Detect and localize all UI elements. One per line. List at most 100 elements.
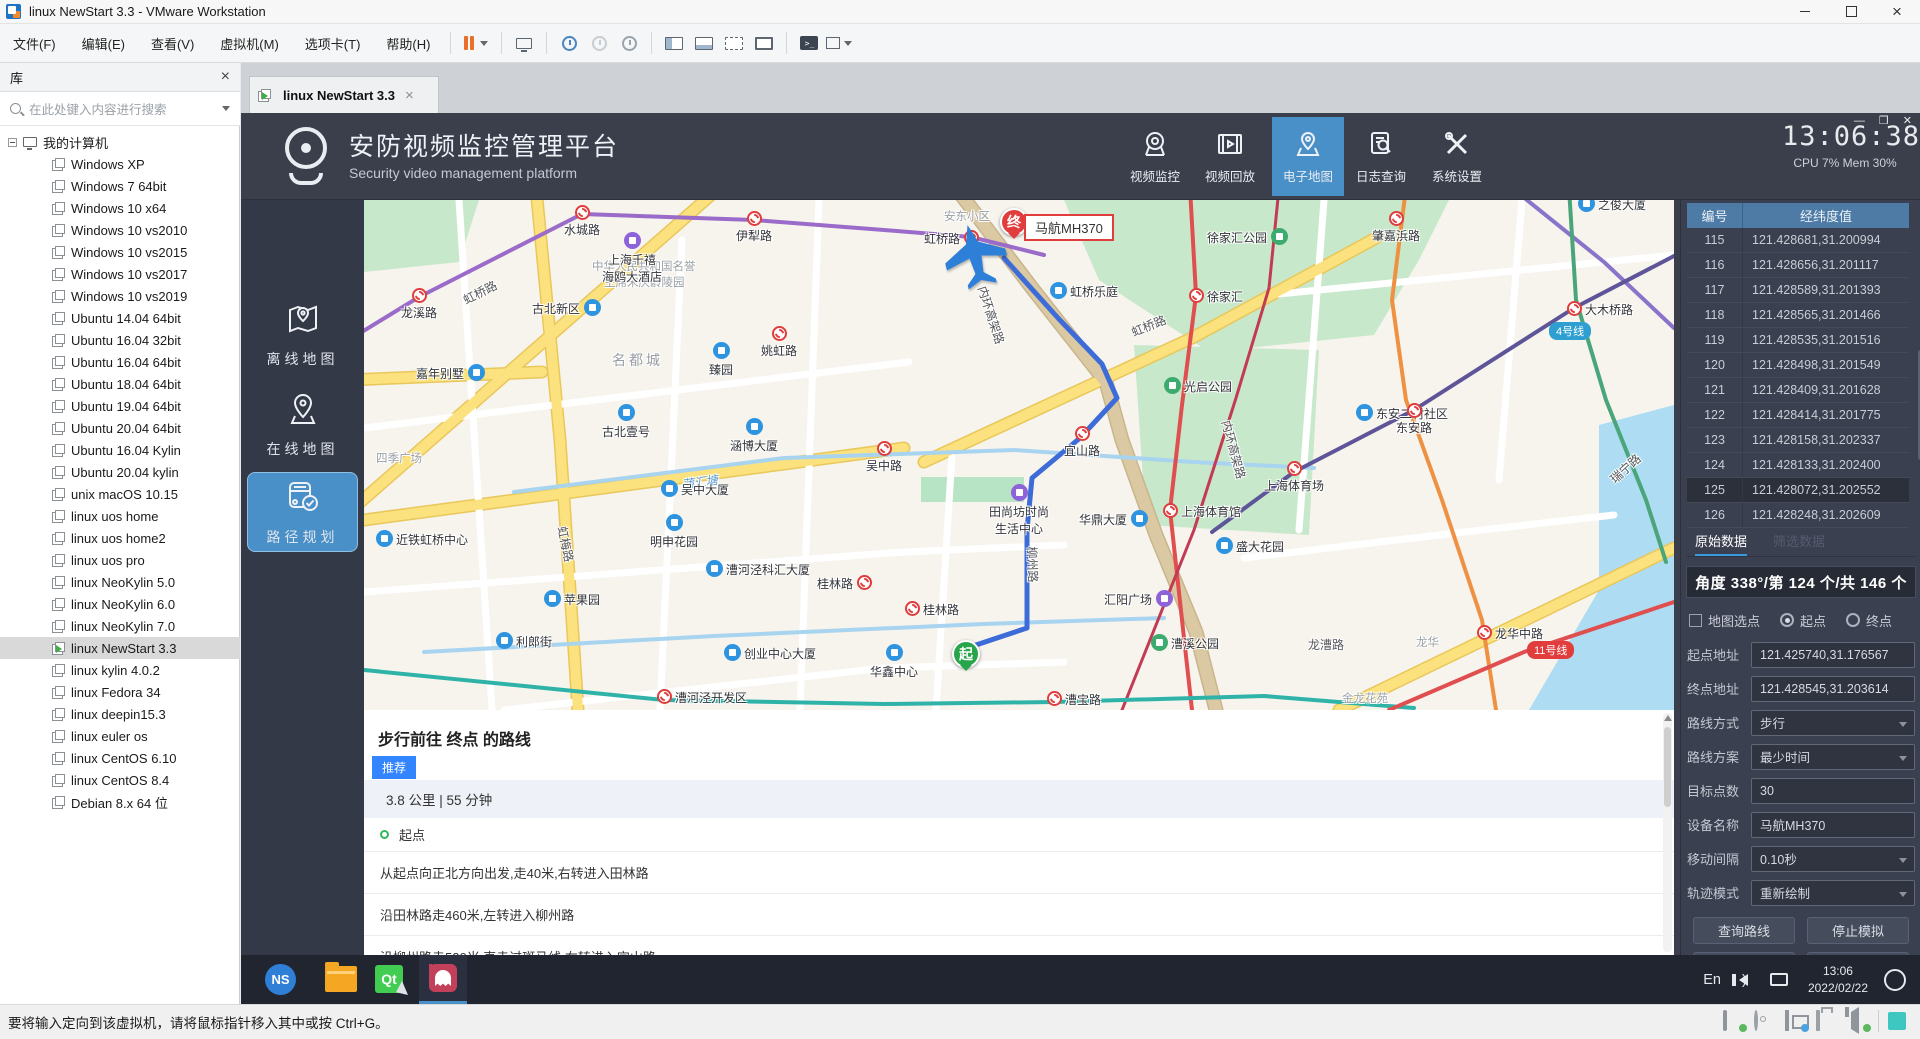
table-row[interactable]: 120121.428498,31.201549 (1687, 353, 1909, 378)
ns-launcher-icon[interactable]: NS (265, 964, 296, 995)
vm-tab-close-icon[interactable]: × (405, 87, 414, 104)
vm-item[interactable]: Ubuntu 19.04 64bit (0, 395, 240, 417)
table-row[interactable]: 119121.428535,31.201516 (1687, 328, 1909, 353)
table-row[interactable]: 115121.428681,31.200994 (1687, 228, 1909, 253)
button-查询路线[interactable]: 查询路线 (1693, 917, 1795, 944)
radio-起点[interactable] (1780, 613, 1794, 627)
send-ctrl-alt-del-button[interactable] (511, 31, 537, 55)
nav-电子地图[interactable]: 电子地图 (1272, 117, 1344, 196)
menu-帮助(H)[interactable]: 帮助(H) (373, 30, 443, 56)
nav-系统设置[interactable]: 系统设置 (1421, 117, 1493, 196)
side-nav-路径规划[interactable]: 路径规划 (247, 472, 358, 552)
console-view-button[interactable] (751, 31, 777, 55)
file-manager-icon[interactable] (325, 966, 357, 992)
minimize-button[interactable] (1782, 0, 1828, 24)
table-row[interactable]: 125121.428072,31.202552 (1687, 478, 1909, 503)
nav-日志查询[interactable]: 日志查询 (1345, 117, 1417, 196)
field-路线方式[interactable]: 步行 (1751, 710, 1915, 736)
vm-item[interactable]: Windows XP (0, 153, 240, 175)
vm-item[interactable]: Windows 7 64bit (0, 175, 240, 197)
data-tab-筛选数据[interactable]: 筛选数据 (1773, 531, 1825, 556)
button-停止模拟[interactable]: 停止模拟 (1807, 917, 1909, 944)
vm-item[interactable]: Windows 10 vs2019 (0, 285, 240, 307)
vm-item[interactable]: linux NewStart 3.3 (0, 637, 240, 659)
app-close-icon[interactable]: ✕ (1903, 116, 1912, 126)
field-目标点数[interactable]: 30 (1751, 778, 1915, 804)
table-row[interactable]: 117121.428589,31.201393 (1687, 278, 1909, 303)
vm-item[interactable]: linux uos pro (0, 549, 240, 571)
vm-item[interactable]: Windows 10 vs2017 (0, 263, 240, 285)
vm-item[interactable]: linux uos home2 (0, 527, 240, 549)
vm-tab[interactable]: linux NewStart 3.3 × (249, 76, 439, 113)
field-设备名称[interactable]: 马航MH370 (1751, 812, 1915, 838)
side-nav-离线地图[interactable]: 离线地图 (247, 295, 358, 375)
vm-item[interactable]: linux NeoKylin 7.0 (0, 615, 240, 637)
close-button[interactable] (1874, 0, 1920, 24)
menu-选项卡(T)[interactable]: 选项卡(T) (292, 30, 374, 56)
vm-item[interactable]: Ubuntu 20.04 kylin (0, 461, 240, 483)
table-row[interactable]: 123121.428158,31.202337 (1687, 428, 1909, 453)
menu-文件(F)[interactable]: 文件(F) (0, 30, 69, 56)
nav-视频回放[interactable]: 视频回放 (1194, 117, 1266, 196)
show-thumbnail-bar-button[interactable] (691, 31, 717, 55)
vm-item[interactable]: linux NeoKylin 5.0 (0, 571, 240, 593)
table-row[interactable]: 118121.428565,31.201466 (1687, 303, 1909, 328)
vm-item[interactable]: Ubuntu 16.04 Kylin (0, 439, 240, 461)
app-minimize-icon[interactable]: — (1854, 116, 1865, 126)
table-row[interactable]: 122121.428414,31.201775 (1687, 403, 1909, 428)
vm-item[interactable]: Ubuntu 14.04 64bit (0, 307, 240, 329)
vm-item[interactable]: linux CentOS 8.4 (0, 769, 240, 791)
vm-item[interactable]: linux CentOS 6.10 (0, 747, 240, 769)
vm-item[interactable]: linux kylin 4.0.2 (0, 659, 240, 681)
vm-item[interactable]: linux euler os (0, 725, 240, 747)
side-nav-在线地图[interactable]: 在线地图 (247, 385, 358, 465)
vm-item[interactable]: Debian 8.x 64 位 (0, 791, 240, 813)
message-log-icon[interactable] (1888, 1012, 1906, 1030)
library-search-input[interactable]: 在此处键入内容进行搜索 (0, 92, 240, 126)
field-终点地址[interactable]: 121.428545,31.203614 (1751, 676, 1915, 702)
table-row[interactable]: 124121.428133,31.202400 (1687, 453, 1909, 478)
vm-item[interactable]: linux uos home (0, 505, 240, 527)
fullscreen-button[interactable] (826, 31, 852, 55)
vm-item[interactable]: Ubuntu 20.04 64bit (0, 417, 240, 439)
vm-item[interactable]: Windows 10 x64 (0, 197, 240, 219)
input-language-indicator[interactable]: En (1703, 972, 1721, 988)
hdd-device-icon[interactable] (1723, 1012, 1745, 1030)
field-起点地址[interactable]: 121.425740,31.176567 (1751, 642, 1915, 668)
data-tab-原始数据[interactable]: 原始数据 (1695, 531, 1747, 556)
show-desktop-icon[interactable] (1884, 969, 1906, 991)
vm-item[interactable]: Ubuntu 16.04 32bit (0, 329, 240, 351)
field-路线方案[interactable]: 最少时间 (1751, 744, 1915, 770)
vm-item[interactable]: Ubuntu 16.04 64bit (0, 351, 240, 373)
vm-item[interactable]: Windows 10 vs2015 (0, 241, 240, 263)
tree-root[interactable]: 我的计算机 (0, 131, 240, 153)
show-library-button[interactable] (661, 31, 687, 55)
menu-虚拟机(M)[interactable]: 虚拟机(M) (207, 30, 292, 56)
printer-device-icon[interactable] (1816, 1012, 1838, 1030)
unity-mode-button[interactable] (721, 31, 747, 55)
console-button[interactable]: >_ (796, 31, 822, 55)
take-snapshot-button[interactable] (556, 31, 582, 55)
app-restore-icon[interactable]: ❒ (1879, 116, 1889, 126)
map-pick-checkbox[interactable] (1689, 614, 1702, 627)
menu-查看(V)[interactable]: 查看(V) (138, 30, 207, 56)
snapshot-manager-button[interactable] (616, 31, 642, 55)
maximize-button[interactable] (1828, 0, 1874, 24)
taskbar-clock[interactable]: 13:062022/02/22 (1808, 963, 1868, 997)
route-scrollbar[interactable] (1663, 713, 1672, 952)
cdrom-device-icon[interactable] (1754, 1012, 1776, 1030)
revert-snapshot-button[interactable] (586, 31, 612, 55)
sound-device-icon[interactable] (1847, 1012, 1869, 1030)
vm-item[interactable]: Ubuntu 18.04 64bit (0, 373, 240, 395)
field-移动间隔[interactable]: 0.10秒 (1751, 846, 1915, 872)
map-canvas[interactable]: 安东小区中华人民共和国名誉主席宋庆龄陵园名都城四季广场虹桥路虹桥路虹梅路柳州路内… (364, 200, 1674, 710)
search-caret-icon[interactable] (222, 106, 230, 111)
table-row[interactable]: 116121.428656,31.201117 (1687, 253, 1909, 278)
power-pause-button[interactable] (458, 36, 494, 50)
vm-item[interactable]: linux NeoKylin 6.0 (0, 593, 240, 615)
network-device-icon[interactable] (1785, 1012, 1807, 1030)
display-icon[interactable] (1770, 973, 1788, 986)
qt-creator-icon[interactable]: Qt (375, 965, 403, 993)
nav-视频监控[interactable]: 视频监控 (1119, 117, 1191, 196)
vm-item[interactable]: linux Fedora 34 (0, 681, 240, 703)
